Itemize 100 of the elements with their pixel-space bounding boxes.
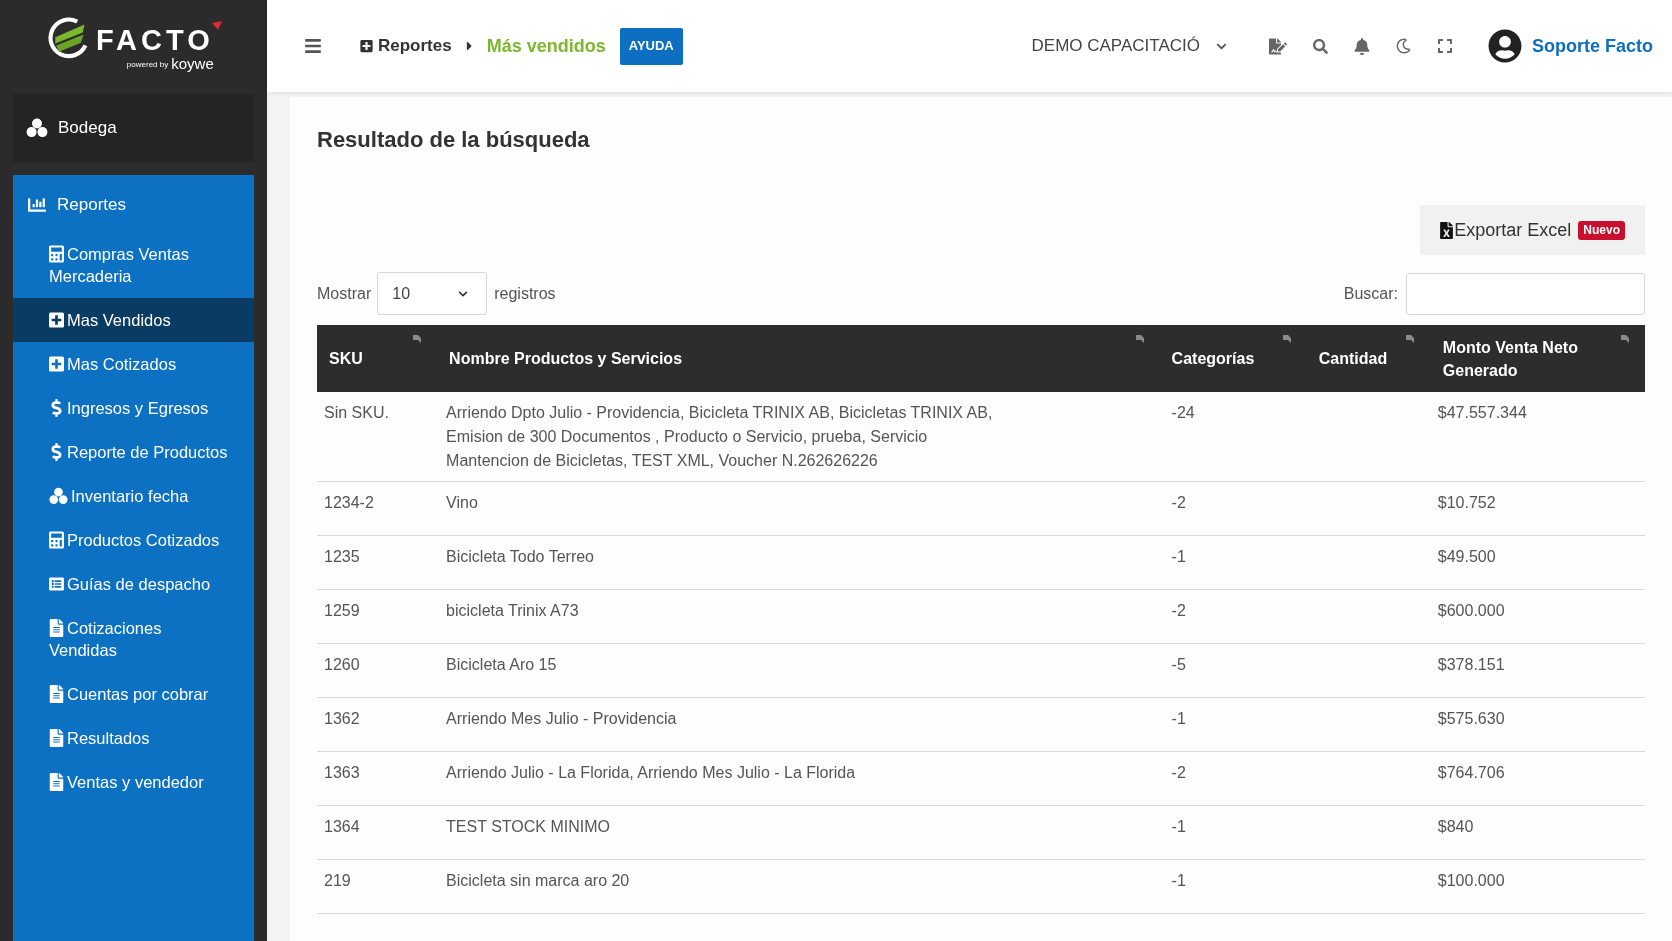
triangle-icon — [211, 21, 222, 30]
circles-icon — [49, 487, 68, 505]
page-length-select[interactable]: 10 — [377, 272, 488, 315]
table-cell: Bicicleta Aro 15 — [437, 643, 1160, 698]
search-label: Buscar: — [1343, 283, 1398, 304]
table-cell: 1362 — [317, 697, 438, 752]
table-cell: Arriendo Mes Julio - Providencia — [437, 697, 1160, 752]
brand-name: FACTO — [96, 26, 214, 54]
list-icon — [49, 575, 64, 593]
document-icon — [49, 773, 64, 791]
table-cell: $764.706 — [1429, 751, 1645, 806]
table-cell: -24 — [1159, 392, 1307, 482]
caret-icon — [464, 39, 474, 53]
search-icon[interactable] — [1313, 38, 1328, 54]
table-cell: -1 — [1159, 535, 1307, 590]
powered-by-text: powered by — [126, 60, 169, 69]
sidebar-link[interactable]: Inventario fecha — [13, 474, 254, 518]
column-header[interactable]: SKU — [317, 325, 438, 392]
signature-icon[interactable] — [1269, 37, 1287, 55]
table-cell: 1363 — [317, 751, 438, 806]
table-cell: $600.000 — [1429, 589, 1645, 644]
table-cell: $378.151 — [1429, 643, 1645, 698]
table-cell: $49.500 — [1429, 535, 1645, 590]
sidebar-link[interactable]: Reportes — [13, 177, 254, 232]
table-cell: Arriendo Julio - La Florida, Arriendo Mes Julio - La Florida — [437, 751, 1160, 806]
sidebar-link[interactable]: Productos Cotizados — [13, 518, 254, 562]
sidebar-link[interactable]: Resultados — [13, 716, 254, 760]
user-name-link[interactable]: Soporte Facto — [1532, 32, 1653, 60]
show-label: Mostrar — [317, 283, 372, 304]
calculator-icon — [49, 531, 64, 549]
table-cell: Arriendo Dpto Julio - Providencia, Bicicleta TRINIX AB, Bicicletas TRINIX AB, Emision de 300 Documentos , Producto o Servicio, prueba, Servicio Mantencion de Bicicletas, TEST XML, Voucher N.262626226 — [437, 392, 1160, 482]
page-title: Resultado de la búsqueda — [317, 126, 590, 154]
table-cell: -5 — [1159, 643, 1307, 698]
sort-icon — [1405, 335, 1414, 343]
document-icon — [49, 685, 64, 703]
column-header[interactable]: Categorías — [1159, 325, 1307, 392]
table-cell: Bicicleta Todo Terreo — [437, 535, 1160, 590]
table-cell: 1364 — [317, 805, 438, 860]
table-cell: -1 — [1159, 805, 1307, 860]
menu-icon[interactable] — [304, 37, 322, 55]
new-badge: Nuevo — [1578, 220, 1625, 240]
export-button[interactable]: Exportar Excel Nuevo — [1420, 205, 1645, 255]
breadcrumb-current: Más vendidos — [486, 34, 606, 58]
company-dropdown[interactable]: DEMO CAPACITACIÓ — [1031, 33, 1227, 59]
table-cell: Sin SKU. — [317, 392, 438, 482]
dollar-icon — [49, 399, 64, 417]
logo-mark-icon — [48, 17, 90, 61]
bell-icon[interactable] — [1354, 37, 1370, 55]
search-input[interactable] — [1406, 272, 1645, 315]
column-header[interactable]: Cantidad — [1306, 325, 1430, 392]
chevron-down-icon — [458, 288, 469, 299]
column-header[interactable]: Nombre Productos y Servicios — [437, 325, 1160, 392]
document-icon — [49, 729, 64, 747]
circles-icon — [26, 118, 48, 138]
sort-icon — [1282, 335, 1291, 343]
table-cell: -2 — [1159, 589, 1307, 644]
table-cell: 1260 — [317, 643, 438, 698]
sidebar-link[interactable]: Ventas y vendedor — [13, 760, 254, 804]
avatar-icon[interactable] — [1488, 29, 1522, 63]
sidebar-link[interactable]: Bodega — [13, 94, 254, 162]
spreadsheet-file-icon — [1440, 221, 1454, 239]
table-cell: $100.000 — [1429, 859, 1645, 914]
table-cell: 1234-2 — [317, 481, 438, 536]
table-cell: $840 — [1429, 805, 1645, 860]
dollar-icon — [49, 443, 64, 461]
table-cell: $10.752 — [1429, 481, 1645, 536]
sort-icon — [1621, 335, 1629, 343]
table-cell: 1235 — [317, 535, 438, 590]
table-cell: $47.557.344 — [1429, 392, 1645, 482]
table-cell: 219 — [317, 859, 438, 914]
table-cell: Vino — [437, 481, 1160, 536]
column-header[interactable]: Monto Venta Neto Generado — [1429, 325, 1645, 392]
sidebar-link[interactable]: Compras Ventas Mercaderia — [13, 232, 254, 298]
sidebar-link[interactable]: Cuentas por cobrar — [13, 672, 254, 716]
moon-icon[interactable] — [1396, 38, 1411, 54]
sort-icon — [413, 335, 422, 343]
document-icon — [49, 619, 64, 637]
table-cell: -2 — [1159, 481, 1307, 536]
sidebar-link[interactable]: Reporte de Productos — [13, 430, 254, 474]
records-label: registros — [494, 283, 556, 304]
bar-chart-icon — [27, 195, 47, 214]
sort-icon — [1135, 335, 1144, 343]
help-button[interactable]: AYUDA — [619, 27, 683, 65]
sidebar-link[interactable]: Guías de despacho — [13, 562, 254, 606]
sidebar-link[interactable]: Mas Cotizados — [13, 342, 254, 386]
table-cell: Bicicleta sin marca aro 20 — [437, 859, 1160, 914]
sidebar-link[interactable]: Mas Vendidos — [13, 298, 254, 342]
breadcrumb-link[interactable]: Reportes — [360, 33, 452, 59]
fullscreen-icon[interactable] — [1437, 38, 1453, 54]
calculator-icon — [49, 245, 64, 263]
sidebar-link[interactable]: Cotizaciones Vendidas — [13, 606, 254, 672]
table-cell: $575.630 — [1429, 697, 1645, 752]
table-cell: -1 — [1159, 697, 1307, 752]
table-cell: -1 — [1159, 859, 1307, 914]
table-cell: bicicleta Trinix A73 — [437, 589, 1160, 644]
table-cell: -2 — [1159, 751, 1307, 806]
sidebar-link[interactable]: Ingresos y Egresos — [13, 386, 254, 430]
table-cell: TEST STOCK MINIMO — [437, 805, 1160, 860]
table-cell: 1259 — [317, 589, 438, 644]
partner-name: koywe — [171, 56, 214, 71]
